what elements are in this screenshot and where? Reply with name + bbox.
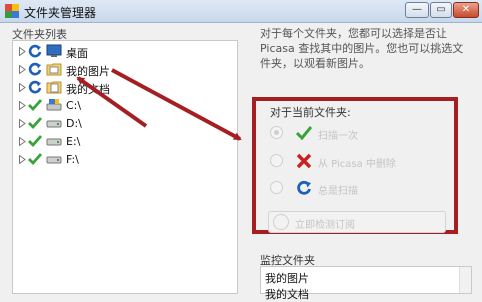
- arrow-to-options: [111, 68, 242, 141]
- annotation-arrows: [76, 68, 242, 141]
- arrow-to-pictures: [76, 76, 148, 128]
